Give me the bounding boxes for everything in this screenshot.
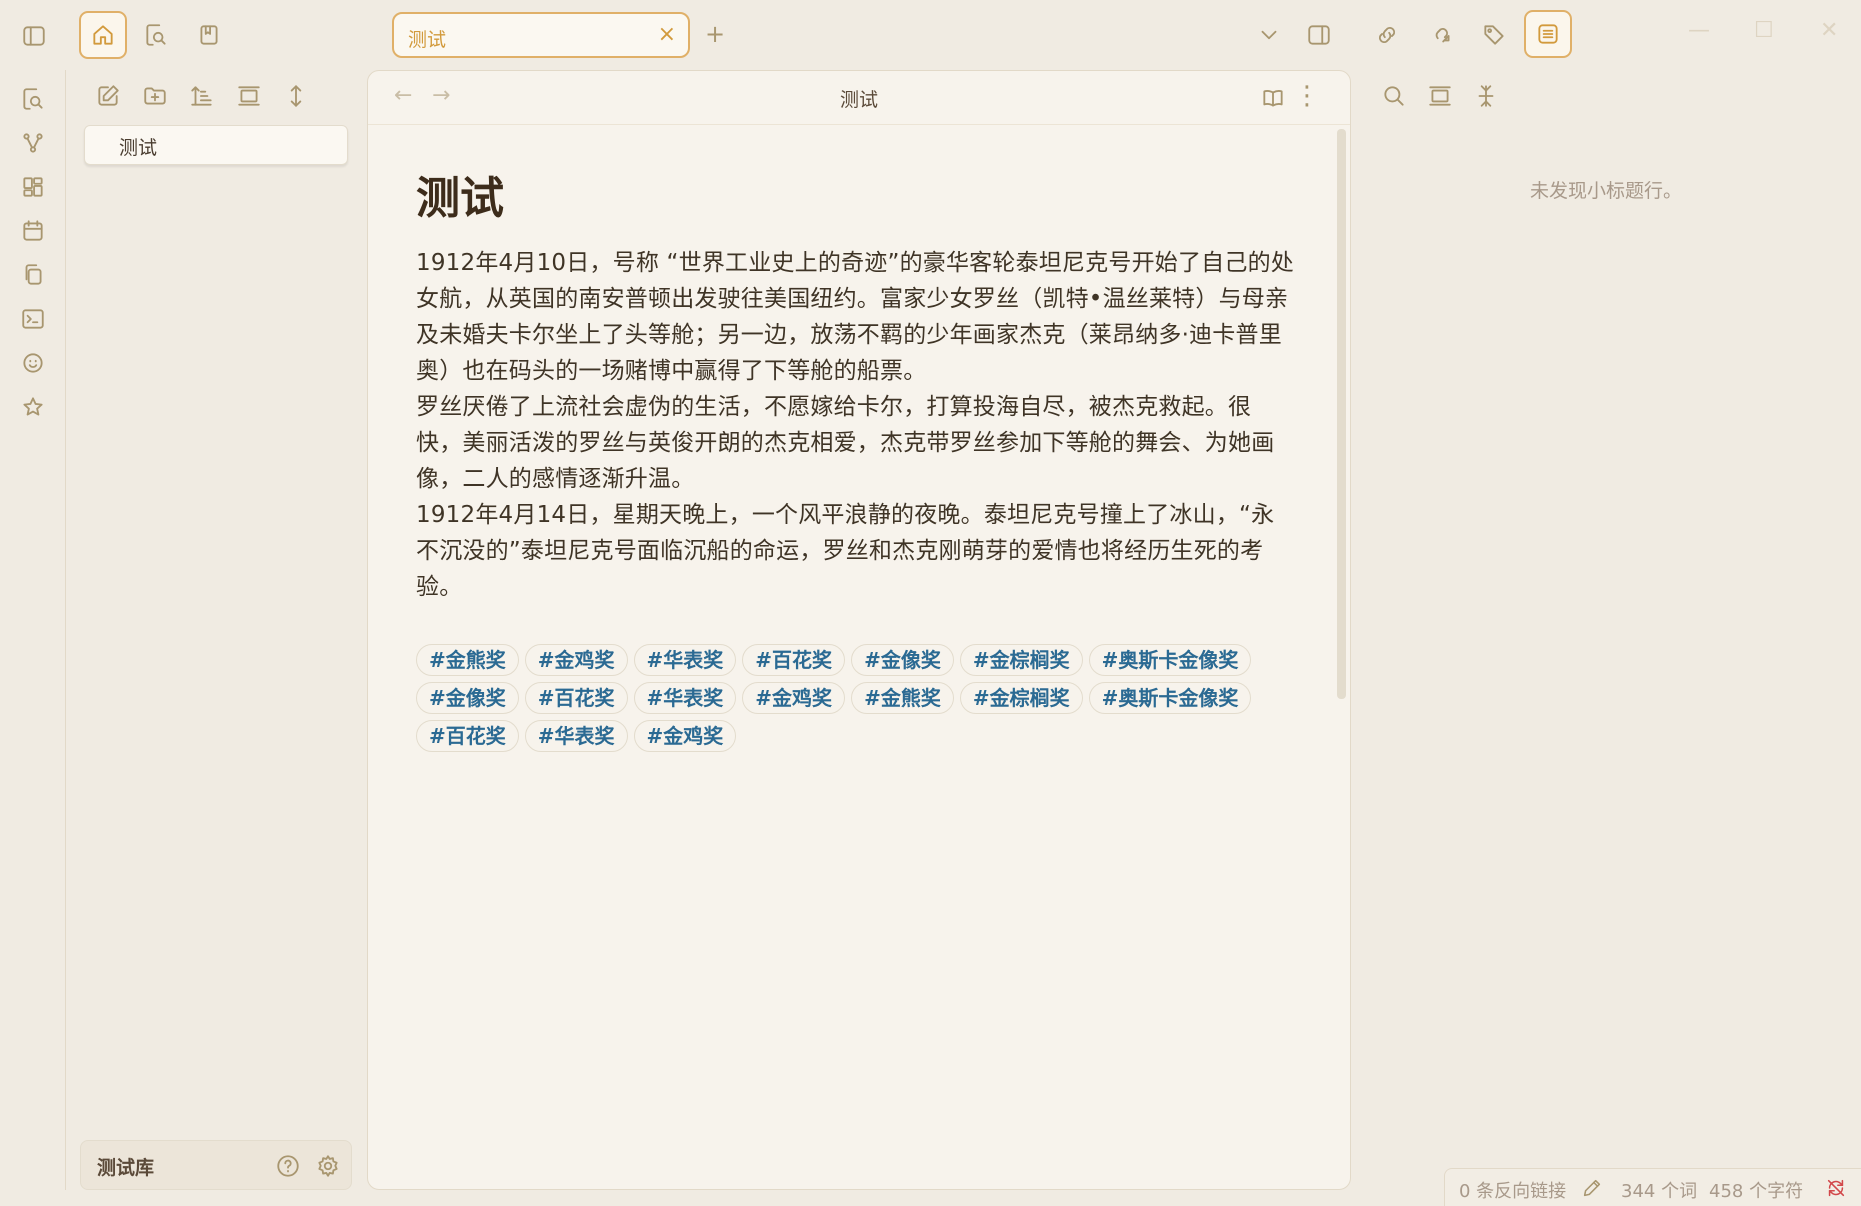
collapse-view-icon[interactable] (1424, 80, 1456, 112)
word-count: 344 个词 (1621, 1181, 1698, 1202)
tag-pill[interactable]: #金棕榈奖 (959, 682, 1083, 714)
tag-pill[interactable]: #华表奖 (633, 682, 737, 714)
tag-pill[interactable]: #金鸡奖 (633, 720, 737, 752)
tag-pill[interactable]: #金鸡奖 (742, 682, 846, 714)
pencil-icon[interactable] (1579, 1175, 1605, 1201)
search-file-icon[interactable] (18, 84, 48, 114)
editor-header: ← → 测试 ⋮ (368, 71, 1350, 125)
tag-list: #金熊奖 #金鸡奖 #华表奖 #百花奖 #金像奖 #金棕榈奖 #奥斯卡金像奖 #… (416, 644, 1296, 752)
editor-scrollbar[interactable] (1337, 129, 1346, 699)
reading-mode-icon[interactable] (1258, 84, 1288, 114)
ribbon (0, 70, 66, 1190)
new-note-icon[interactable] (92, 80, 124, 112)
right-sidebar-toggle-icon[interactable] (1304, 20, 1334, 50)
minimize-button[interactable]: — (1688, 18, 1710, 43)
sidebar-toggle-icon[interactable] (18, 20, 50, 52)
tab-close-icon[interactable]: × (658, 22, 676, 48)
tag-pill[interactable]: #奥斯卡金像奖 (1088, 682, 1252, 714)
collapse-all-icon[interactable] (1470, 80, 1502, 112)
bookmark-icon[interactable] (185, 11, 233, 59)
chevron-down-icon[interactable] (1254, 20, 1284, 50)
tag-pill[interactable]: #金像奖 (851, 644, 954, 676)
editor-view-title: 测试 (839, 89, 878, 111)
tag-pill[interactable]: #百花奖 (416, 720, 519, 752)
tags-icon[interactable] (1479, 20, 1509, 50)
file-item-test[interactable]: 测试 (84, 125, 348, 165)
close-window-button[interactable]: ✕ (1820, 18, 1838, 43)
outline-empty-message: 未发现小标题行。 (1530, 180, 1683, 202)
help-icon[interactable] (273, 1151, 303, 1181)
tag-pill[interactable]: #金熊奖 (416, 644, 519, 676)
char-count: 458 个字符 (1709, 1181, 1804, 1202)
new-tab-button[interactable]: + (703, 20, 727, 48)
terminal-icon[interactable] (18, 304, 48, 334)
sort-icon[interactable] (186, 80, 218, 112)
sync-off-icon[interactable] (1823, 1175, 1849, 1201)
paragraph-2: 罗丝厌倦了上流社会虚伪的生活，不愿嫁给卡尔，打算投海自尽，被杰克救起。很快，美丽… (416, 394, 1275, 492)
editor-pane: ← → 测试 ⋮ 测试 1912年4月10日，号称 “世界工业史上的奇迹”的豪华… (367, 70, 1351, 1190)
tag-pill[interactable]: #百花奖 (524, 682, 628, 714)
vault-name: 测试库 (97, 1157, 155, 1179)
outline-icon[interactable] (1524, 10, 1572, 58)
note-heading: 测试 (416, 173, 504, 224)
graph-view-icon[interactable] (18, 128, 48, 158)
smiley-icon[interactable] (18, 348, 48, 378)
calendar-icon[interactable] (18, 216, 48, 246)
settings-gear-icon[interactable] (313, 1151, 343, 1181)
backlinks-count[interactable]: 0 条反向链接 (1459, 1177, 1566, 1203)
home-icon[interactable] (79, 11, 127, 59)
tab-title: 测试 (408, 29, 447, 51)
expand-all-icon[interactable] (280, 80, 312, 112)
copy-icon[interactable] (18, 260, 48, 290)
status-bar: 0 条反向链接 344 个词 458 个字符 (1444, 1168, 1861, 1206)
file-item-label: 测试 (119, 137, 158, 159)
tag-pill[interactable]: #金熊奖 (851, 682, 954, 714)
more-options-icon[interactable]: ⋮ (1294, 81, 1320, 111)
vault-switcher[interactable]: 测试库 (80, 1140, 352, 1190)
tag-pill[interactable]: #金鸡奖 (524, 644, 628, 676)
tag-pill[interactable]: #金像奖 (416, 682, 519, 714)
tag-pill[interactable]: #华表奖 (524, 720, 628, 752)
tab-test[interactable]: 测试 × (392, 12, 690, 58)
paragraph-3: 1912年4月14日，星期天晚上，一个风平浪静的夜晚。泰坦尼克号撞上了冰山，“永… (416, 502, 1275, 600)
tag-pill[interactable]: #百花奖 (742, 644, 846, 676)
document-content[interactable]: 测试 1912年4月10日，号称 “世界工业史上的奇迹”的豪华客轮泰坦尼克号开始… (416, 171, 1296, 605)
search-icon[interactable] (1378, 80, 1410, 112)
tag-pill[interactable]: #金棕榈奖 (959, 644, 1083, 676)
paragraph-1: 1912年4月10日，号称 “世界工业史上的奇迹”的豪华客轮泰坦尼克号开始了自己… (416, 250, 1294, 384)
star-icon[interactable] (18, 392, 48, 422)
maximize-button[interactable]: ☐ (1754, 18, 1774, 43)
collapse-view-icon[interactable] (233, 80, 265, 112)
tag-pill[interactable]: #华表奖 (633, 644, 737, 676)
file-search-icon[interactable] (132, 11, 180, 59)
backlinks-icon[interactable] (1372, 20, 1402, 50)
outgoing-links-icon[interactable] (1426, 20, 1456, 50)
app-window: 测试 × + — ☐ ✕ 测试 测试库 ← → 测试 ⋮ 测试 1912年4月1… (0, 0, 1861, 1206)
tag-pill[interactable]: #奥斯卡金像奖 (1088, 644, 1252, 676)
new-folder-icon[interactable] (139, 80, 171, 112)
canvas-icon[interactable] (18, 172, 48, 202)
